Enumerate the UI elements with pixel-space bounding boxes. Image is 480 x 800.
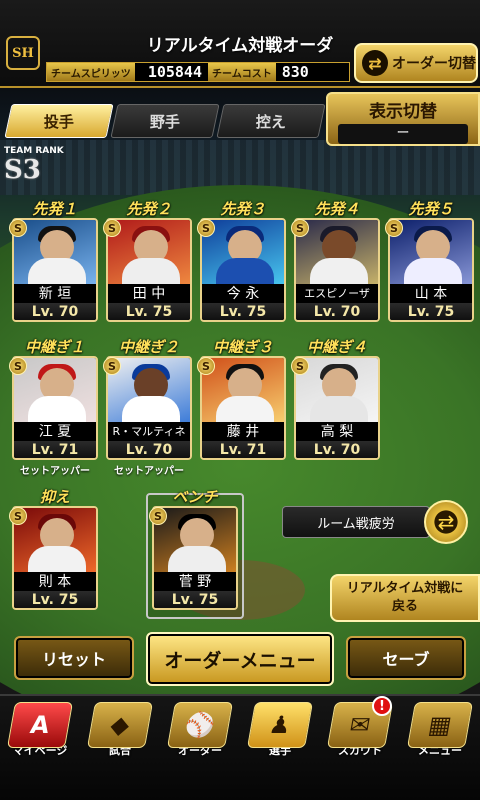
spirit-value: 105844 xyxy=(147,63,202,81)
grade-badge: S xyxy=(103,357,121,375)
player-level: Lv. 75 xyxy=(14,591,96,608)
grade-badge: S xyxy=(103,219,121,237)
display-switch-button[interactable]: 表示切替 ー xyxy=(326,92,480,146)
nav-players[interactable]: ♟ 選手 xyxy=(240,696,320,800)
slot-role: 中継ぎ４ xyxy=(306,338,367,356)
position-tabs: 投手 野手 控え xyxy=(4,104,326,140)
player-level: Lv. 75 xyxy=(154,591,236,608)
reset-label: リセット xyxy=(41,650,106,669)
nav-mypage[interactable]: A マイページ xyxy=(0,696,80,800)
player-level: Lv. 70 xyxy=(14,303,96,320)
back-label-line1: リアルタイム対戦に xyxy=(346,581,464,596)
slot-role: 中継ぎ１ xyxy=(24,338,85,356)
tab-label: 野手 xyxy=(149,112,180,131)
baseball-icon: ⚾ xyxy=(166,702,234,748)
screen: SH リアルタイム対戦オーダー チームスピリッツ 105844 チームコスト 8… xyxy=(0,0,480,800)
tab-reserve[interactable]: 控え xyxy=(216,104,326,138)
role-tag: セットアッパー xyxy=(20,466,90,477)
cost-value: 830 xyxy=(281,63,309,81)
player-level: Lv. 75 xyxy=(390,303,472,320)
reset-button[interactable]: リセット xyxy=(14,636,134,680)
grade-badge: S xyxy=(197,219,215,237)
nav-match[interactable]: ◆ 試合 xyxy=(80,696,160,800)
player-level: Lv. 70 xyxy=(108,441,190,458)
notification-badge: ! xyxy=(372,696,392,716)
save-button[interactable]: セーブ xyxy=(346,636,466,680)
tab-fielder[interactable]: 野手 xyxy=(110,104,220,138)
player-name: 藤 井 xyxy=(202,422,284,442)
team-rank: TEAM RANK S3 xyxy=(4,146,74,186)
slot-role: 先発３ xyxy=(220,200,266,218)
mypage-icon: A xyxy=(6,702,74,748)
player-name: 江 夏 xyxy=(14,422,96,442)
player-name: 新 垣 xyxy=(14,284,96,304)
grade-badge: S xyxy=(9,219,27,237)
player-level: Lv. 71 xyxy=(202,441,284,458)
grade-badge: S xyxy=(9,357,27,375)
player-level: Lv. 70 xyxy=(296,303,378,320)
slot-role: 中継ぎ３ xyxy=(212,338,273,356)
grade-badge: S xyxy=(197,357,215,375)
refresh-icon[interactable]: ⇄ xyxy=(424,500,468,544)
swap-icon: ⇄ xyxy=(362,50,388,76)
tab-pitcher[interactable]: 投手 xyxy=(4,104,114,138)
back-to-realtime-button[interactable]: リアルタイム対戦に 戻る xyxy=(330,574,480,622)
player-level: Lv. 71 xyxy=(14,441,96,458)
player-icon: ♟ xyxy=(246,702,314,748)
display-switch-label: 表示切替 xyxy=(369,102,437,122)
save-label: セーブ xyxy=(382,650,430,669)
nav-scout[interactable]: ✉ スカウト ! xyxy=(320,696,400,800)
nav-menu[interactable]: ▦ メニュー xyxy=(400,696,480,800)
diamond-icon: ◆ xyxy=(86,702,154,748)
nav-order[interactable]: ⚾ オーダー xyxy=(160,696,240,800)
tab-label: 控え xyxy=(255,112,286,131)
grade-badge: S xyxy=(385,219,403,237)
team-rank-value: S3 xyxy=(4,155,41,185)
order-switch-button[interactable]: ⇄ オーダー切替 xyxy=(354,43,478,83)
player-level: Lv. 70 xyxy=(296,441,378,458)
role-tag: セットアッパー xyxy=(114,466,184,477)
order-menu-label: オーダーメニュー xyxy=(164,649,316,672)
cost-label: チームコスト xyxy=(208,63,276,81)
player-name: 今 永 xyxy=(202,284,284,304)
room-fatigue-label: ルーム戦疲労 xyxy=(282,506,430,538)
player-name: 菅 野 xyxy=(154,572,236,592)
team-stats-bar: チームスピリッツ 105844 チームコスト 830 xyxy=(46,62,350,82)
player-level: Lv. 75 xyxy=(202,303,284,320)
player-level: Lv. 75 xyxy=(108,303,190,320)
order-switch-label: オーダー切替 xyxy=(392,56,476,72)
slot-role: ベンチ xyxy=(172,488,218,506)
player-name: 山 本 xyxy=(390,284,472,304)
grade-badge: S xyxy=(291,357,309,375)
player-name: 則 本 xyxy=(14,572,96,592)
grade-badge: S xyxy=(291,219,309,237)
menu-icon: ▦ xyxy=(406,702,474,748)
back-label-line2: 戻る xyxy=(391,599,418,614)
order-menu-button[interactable]: オーダーメニュー xyxy=(146,632,334,686)
player-name: 高 梨 xyxy=(296,422,378,442)
display-switch-value: ー xyxy=(338,124,468,144)
slot-role: 先発５ xyxy=(408,200,454,218)
player-name: R・マルティネス xyxy=(108,422,190,458)
slot-role: 中継ぎ２ xyxy=(118,338,179,356)
grade-badge: S xyxy=(149,507,167,525)
team-logo-icon: SH xyxy=(6,36,40,70)
slot-role: 先発２ xyxy=(126,200,172,218)
header-bar: SH リアルタイム対戦オーダー チームスピリッツ 105844 チームコスト 8… xyxy=(0,0,480,88)
spirit-label: チームスピリッツ xyxy=(47,63,135,81)
bottom-nav: A マイページ ◆ 試合 ⚾ オーダー ♟ 選手 ✉ スカウト ! ▦ メニュー xyxy=(0,694,480,800)
tab-label: 投手 xyxy=(43,112,74,131)
slot-role: 先発４ xyxy=(314,200,360,218)
player-name: 田 中 xyxy=(108,284,190,304)
slot-role: 先発１ xyxy=(32,200,78,218)
player-name: エスピノーザ xyxy=(296,284,378,304)
slot-role: 抑え xyxy=(39,488,70,506)
grade-badge: S xyxy=(9,507,27,525)
